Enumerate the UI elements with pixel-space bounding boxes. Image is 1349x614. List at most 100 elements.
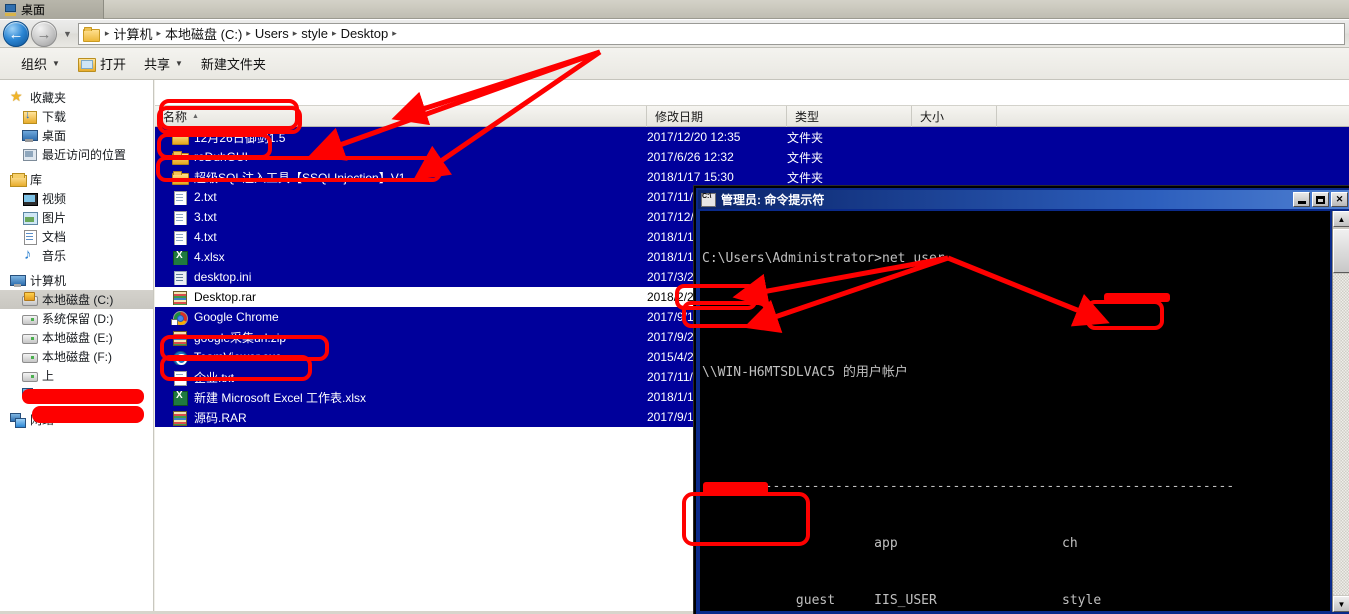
shortcut-arrow-icon — [171, 318, 178, 325]
file-date: 2017/6/26 12:32 — [647, 150, 734, 164]
sidebar-item-computer[interactable]: 计算机 — [0, 271, 153, 290]
command-prompt-frame: 管理员: 命令提示符 ✕ C:\Users\Administrator>net … — [696, 188, 1349, 614]
breadcrumb-item-local-disk-c[interactable]: 本地磁盘 (C:) — [165, 24, 242, 43]
library-icon — [10, 172, 27, 187]
sidebar-item-local-disk-e[interactable]: 本地磁盘 (E:) — [0, 328, 153, 347]
sidebar-item-documents[interactable]: 文档 — [0, 227, 153, 246]
sidebar-item-favorites[interactable]: 收藏夹 — [0, 88, 153, 107]
file-name: google采集url.zip — [194, 330, 287, 345]
file-name: 3.txt — [194, 210, 217, 224]
sidebar-item-recent-places[interactable]: 最近访问的位置 — [0, 145, 153, 164]
maximize-icon — [1316, 195, 1325, 204]
text-file-icon — [172, 370, 187, 386]
back-button[interactable]: ← — [3, 20, 29, 47]
drive-icon — [22, 349, 38, 364]
sidebar-item-label: 上 — [42, 388, 55, 402]
sidebar-group-computer: 计算机 本地磁盘 (C:) 系统保留 (D:) 本地磁盘 (E:) 本地磁盘 (… — [0, 271, 153, 404]
sidebar-item-label: 图片 — [42, 211, 67, 225]
breadcrumb[interactable]: ▸ 计算机 ▸ 本地磁盘 (C:) ▸ Users ▸ style ▸ Desk… — [77, 22, 1345, 45]
breadcrumb-item-style[interactable]: style — [301, 26, 328, 41]
folder-icon — [172, 170, 189, 185]
column-header-row: 名称 ▲ 修改日期 类型 大小 — [155, 105, 1349, 127]
column-header-label: 名称 — [163, 110, 188, 124]
sidebar-item-pictures[interactable]: 图片 — [0, 208, 153, 227]
open-button[interactable]: 打开 — [69, 51, 135, 76]
column-header-name[interactable]: 名称 ▲ — [155, 106, 647, 127]
chevron-up-icon: ▲ — [1337, 214, 1346, 224]
command-prompt-window[interactable]: 管理员: 命令提示符 ✕ C:\Users\Administrator>net … — [694, 186, 1349, 614]
share-label: 共享 — [143, 57, 170, 72]
column-header-type[interactable]: 类型 — [787, 106, 912, 127]
command-prompt-title-bar[interactable]: 管理员: 命令提示符 ✕ — [698, 190, 1349, 209]
folder-icon — [172, 150, 189, 165]
minimize-button[interactable] — [1293, 192, 1310, 207]
console-output[interactable]: C:\Users\Administrator>net user \\WIN-H6… — [700, 211, 1330, 611]
recent-places-icon — [22, 147, 37, 162]
column-header-label: 大小 — [920, 110, 945, 124]
network-icon — [10, 412, 26, 428]
file-name: TeamViewer.exe — [194, 350, 282, 364]
file-type: 文件夹 — [787, 130, 824, 145]
sidebar-item-label: 桌面 — [42, 129, 67, 143]
breadcrumb-item-desktop[interactable]: Desktop — [341, 26, 389, 41]
pictures-icon — [22, 210, 38, 225]
file-name: 企业.txt — [194, 370, 235, 385]
taskbar-window-button-desktop[interactable]: 桌面 — [0, 0, 104, 19]
navigation-pane[interactable]: 收藏夹 下载 桌面 最近访问的位置 库 视频 — [0, 80, 154, 614]
console-icon — [701, 192, 716, 207]
new-folder-button[interactable]: 新建文件夹 — [192, 51, 275, 76]
sidebar-item-music[interactable]: 音乐 — [0, 246, 153, 265]
column-header-date[interactable]: 修改日期 — [647, 106, 787, 127]
scroll-up-button[interactable]: ▲ — [1333, 211, 1349, 227]
file-name: reDuhGUI — [194, 150, 249, 164]
sidebar-item-desktop[interactable]: 桌面 — [0, 126, 153, 145]
sidebar-item-videos[interactable]: 视频 — [0, 189, 153, 208]
sidebar-item-local-disk-f[interactable]: 本地磁盘 (F:) — [0, 347, 153, 366]
close-button[interactable]: ✕ — [1331, 192, 1348, 207]
breadcrumb-separator: ▸ — [104, 28, 110, 38]
table-row[interactable]: 12月26日御剑1.5 2017/12/20 12:35 文件夹 — [155, 127, 1349, 147]
sidebar-item-local-disk-c[interactable]: 本地磁盘 (C:) — [0, 290, 153, 309]
taskbar: 桌面 — [0, 0, 1349, 19]
organize-button[interactable]: 组织 ▼ — [12, 51, 69, 76]
chevron-down-icon: ▼ — [174, 59, 183, 68]
sidebar-item-network[interactable]: 网络 — [0, 410, 153, 429]
column-header-filler — [997, 106, 1347, 127]
ini-file-icon — [172, 270, 187, 285]
breadcrumb-separator: ▸ — [292, 28, 298, 38]
maximize-button[interactable] — [1312, 192, 1329, 207]
share-button[interactable]: 共享 ▼ — [135, 51, 192, 76]
scrollbar-thumb[interactable] — [1333, 229, 1349, 273]
rar-file-icon — [172, 330, 187, 346]
sidebar-item-label: 本地磁盘 (E:) — [42, 331, 113, 345]
breadcrumb-separator: ▸ — [156, 28, 161, 38]
sidebar-group-favorites: 收藏夹 下载 桌面 最近访问的位置 — [0, 88, 153, 164]
open-label: 打开 — [99, 57, 126, 72]
window-title: 管理员: 命令提示符 — [721, 193, 825, 207]
sidebar-item-libraries[interactable]: 库 — [0, 170, 153, 189]
file-name: 源码.RAR — [194, 410, 247, 425]
column-header-size[interactable]: 大小 — [912, 106, 997, 127]
organize-label: 组织 — [21, 57, 48, 72]
scroll-down-button[interactable]: ▼ — [1333, 596, 1349, 612]
text-file-icon — [172, 210, 187, 225]
sidebar-item-label: 最近访问的位置 — [42, 148, 127, 162]
breadcrumb-item-computer[interactable]: 计算机 — [113, 24, 152, 43]
excel-file-icon — [172, 250, 188, 265]
table-row[interactable]: reDuhGUI 2017/6/26 12:32 文件夹 — [155, 147, 1349, 167]
file-name: 2.txt — [194, 190, 217, 204]
table-row[interactable]: 超级SQL注入工具【SSQLInjection】V1... 2018/1/17 … — [155, 167, 1349, 187]
sidebar-item-label: 网络 — [30, 413, 55, 427]
console-line: C:\Users\Administrator>net user — [702, 251, 945, 266]
column-header-label: 类型 — [795, 110, 820, 124]
console-scrollbar[interactable]: ▲ ▼ — [1332, 211, 1349, 612]
history-dropdown-icon[interactable]: ▼ — [63, 29, 72, 39]
sidebar-item-redacted-drive-1[interactable]: 上 — [0, 366, 153, 385]
breadcrumb-item-users[interactable]: Users — [255, 26, 289, 41]
forward-button[interactable]: → — [31, 20, 57, 47]
sidebar-item-redacted-drive-2[interactable]: 上 — [0, 385, 153, 404]
sidebar-item-system-reserved-d[interactable]: 系统保留 (D:) — [0, 309, 153, 328]
scrollbar-track[interactable] — [1333, 274, 1349, 595]
sidebar-item-downloads[interactable]: 下载 — [0, 107, 153, 126]
